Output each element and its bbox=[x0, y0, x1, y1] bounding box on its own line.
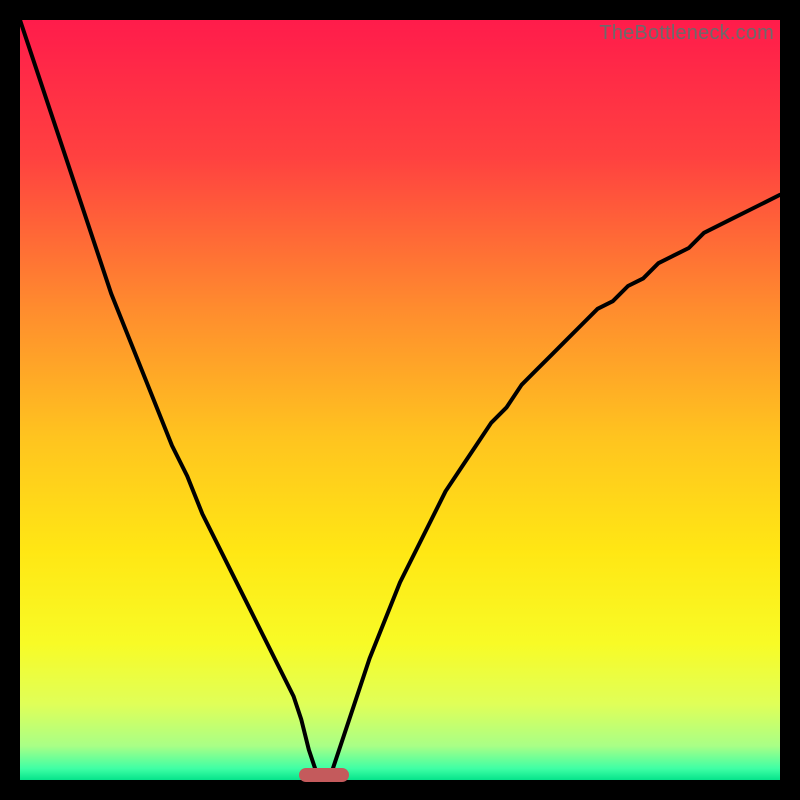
outer-black-frame: TheBottleneck.com bbox=[20, 20, 780, 780]
bottleneck-chart bbox=[20, 20, 780, 780]
watermark-text: TheBottleneck.com bbox=[599, 22, 774, 45]
optimal-range-marker bbox=[299, 768, 348, 782]
gradient-background bbox=[20, 20, 780, 780]
